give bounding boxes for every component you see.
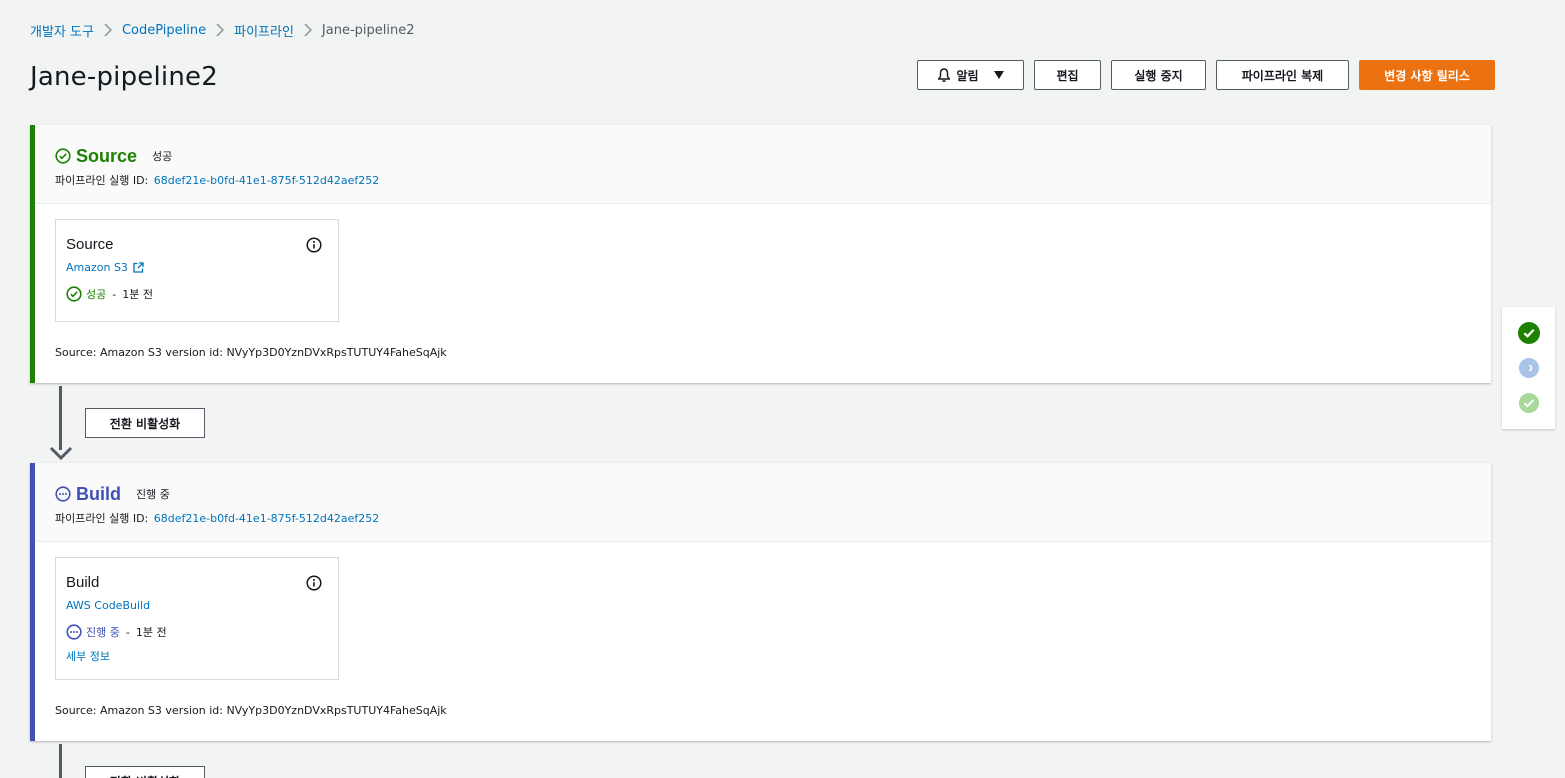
check-circle-icon[interactable] xyxy=(1518,322,1540,344)
stage-name: Source xyxy=(76,145,138,166)
revision-summary: Source: Amazon S3 version id: NVyYp3D0Yz… xyxy=(55,704,447,717)
action-status: 진행 중 - 1분 전 xyxy=(66,624,328,640)
disable-transition-button[interactable]: 전환 비활성화 xyxy=(85,766,205,778)
info-icon[interactable] xyxy=(306,575,322,591)
stage-execution: 파이프라인 실행 ID: 68def21e-b0fd-41e1-875f-512… xyxy=(55,172,1491,188)
action-status: 성공 - 1분 전 xyxy=(66,286,328,302)
ellipsis-circle-icon xyxy=(55,486,71,502)
header-actions: 알림 편집 실행 중지 파이프라인 복제 변경 사항 릴리스 xyxy=(917,60,1495,90)
stage-build: Build 진행 중 파이프라인 실행 ID: 68def21e-b0fd-41… xyxy=(30,463,1491,741)
stage-body: Build AWS CodeBuild 진행 중 - 1분 전 세부 정보 So… xyxy=(35,542,1491,717)
stage-execution: 파이프라인 실행 ID: 68def21e-b0fd-41e1-875f-512… xyxy=(55,510,1491,526)
caret-down-icon xyxy=(993,70,1005,80)
action-status-text[interactable]: 진행 중 xyxy=(86,624,120,640)
stop-execution-button[interactable]: 실행 중지 xyxy=(1111,60,1206,90)
edit-button[interactable]: 편집 xyxy=(1034,60,1101,90)
breadcrumb-pipelines[interactable]: 파이프라인 xyxy=(234,21,294,40)
check-circle-icon xyxy=(55,148,71,164)
stage-status: 성공 xyxy=(152,150,173,163)
chevron-right-icon xyxy=(104,23,112,37)
bell-icon xyxy=(936,67,952,83)
action-name: Source xyxy=(66,236,114,253)
provider-link[interactable]: AWS CodeBuild xyxy=(66,599,150,612)
breadcrumb-current: Jane-pipeline2 xyxy=(321,22,415,38)
arrow-down-icon xyxy=(49,446,73,460)
stage-source: Source 성공 파이프라인 실행 ID: 68def21e-b0fd-41e… xyxy=(30,125,1491,383)
page-title: Jane-pipeline2 xyxy=(30,62,218,92)
action-time: 1분 전 xyxy=(135,626,167,639)
check-circle-icon[interactable] xyxy=(1518,392,1540,414)
clone-pipeline-button[interactable]: 파이프라인 복제 xyxy=(1216,60,1349,90)
breadcrumb: 개발자 도구 CodePipeline 파이프라인 Jane-pipeline2 xyxy=(30,20,415,40)
revision-summary: Source: Amazon S3 version id: NVyYp3D0Yz… xyxy=(55,346,447,359)
action-card-build: Build AWS CodeBuild 진행 중 - 1분 전 세부 정보 xyxy=(55,557,339,680)
action-status-text[interactable]: 성공 xyxy=(86,286,106,302)
in-progress-icon[interactable] xyxy=(1518,357,1540,379)
disable-transition-button[interactable]: 전환 비활성화 xyxy=(85,408,205,438)
check-circle-icon xyxy=(66,286,82,302)
action-name: Build xyxy=(66,574,100,591)
stage-header: Source 성공 파이프라인 실행 ID: 68def21e-b0fd-41e… xyxy=(35,125,1491,204)
notify-dropdown-button[interactable]: 알림 xyxy=(917,60,1024,90)
stage-name: Build xyxy=(76,483,121,504)
notify-label: 알림 xyxy=(956,68,979,83)
action-time: 1분 전 xyxy=(122,288,153,301)
chevron-right-icon xyxy=(304,23,312,37)
stage-status-panel xyxy=(1502,307,1555,429)
stage-header: Build 진행 중 파이프라인 실행 ID: 68def21e-b0fd-41… xyxy=(35,463,1491,542)
execution-label: 파이프라인 실행 ID: xyxy=(55,512,149,525)
action-card-source: Source Amazon S3 성공 - 1분 전 xyxy=(55,219,339,322)
stage-connector-line xyxy=(59,744,62,778)
execution-id-link[interactable]: 68def21e-b0fd-41e1-875f-512d42aef252 xyxy=(154,512,379,525)
execution-label: 파이프라인 실행 ID: xyxy=(55,174,149,187)
stage-body: Source Amazon S3 성공 - 1분 전 Source: Amazo… xyxy=(35,204,1491,359)
external-link-icon[interactable] xyxy=(133,262,144,273)
breadcrumb-developer-tools[interactable]: 개발자 도구 xyxy=(30,21,94,40)
info-icon[interactable] xyxy=(306,237,322,253)
provider-link[interactable]: Amazon S3 xyxy=(66,261,128,274)
breadcrumb-codepipeline[interactable]: CodePipeline xyxy=(122,23,206,38)
separator-dash: - xyxy=(125,625,130,639)
release-change-button[interactable]: 변경 사항 릴리스 xyxy=(1359,60,1495,90)
chevron-right-icon xyxy=(216,23,225,37)
execution-id-link[interactable]: 68def21e-b0fd-41e1-875f-512d42aef252 xyxy=(154,174,379,187)
details-link[interactable]: 세부 정보 xyxy=(66,648,328,664)
ellipsis-circle-icon xyxy=(66,624,82,640)
stage-status: 진행 중 xyxy=(136,488,170,501)
separator-dash: - xyxy=(112,287,117,301)
